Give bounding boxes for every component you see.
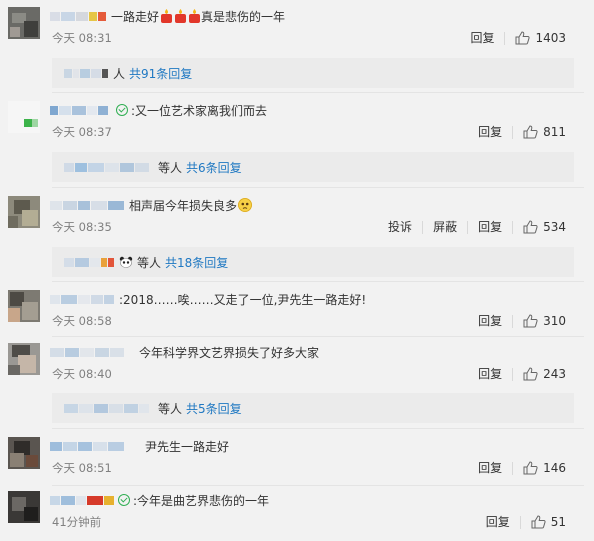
username-pixelated[interactable] [50,292,115,306]
comment-text: 今年科学界文艺界损失了好多大家 [139,345,320,360]
like-button[interactable]: 51 [521,515,566,529]
thumbs-up-icon [515,31,531,45]
username-pixelated[interactable] [50,493,115,507]
avatar[interactable] [8,343,40,375]
replier-avatars-pixelated [64,160,150,174]
comment-7: :今年是曲艺界悲伤的一年 41分钟前 回复 51 [0,491,584,535]
comment-text: 尹先生一路走好 [145,439,230,454]
thumbs-up-icon [523,314,538,328]
divider [52,336,584,337]
like-count: 534 [543,219,566,234]
view-replies-link[interactable]: 共18条回复 [165,254,228,271]
like-button[interactable]: 146 [513,461,566,475]
divider [52,92,584,93]
like-count: 310 [543,313,566,328]
thumbs-up-icon [523,367,538,381]
comment-6: 尹先生一路走好 今天 08:51 回复 146 [0,437,584,481]
replies-summary: 等人 共18条回复 [52,247,574,277]
like-button[interactable]: 1403 [505,31,566,45]
comment-text: :今年是曲艺界悲伤的一年 [133,493,270,508]
candle-emoji [160,8,173,24]
replies-summary: 人 共91条回复 [52,58,574,88]
replier-avatars-pixelated [64,401,150,415]
comment-time: 今天 08:51 [52,461,112,475]
like-button[interactable]: 310 [513,314,566,328]
like-count: 1403 [535,30,566,45]
username-pixelated[interactable] [50,103,109,117]
avatar[interactable] [8,437,40,469]
divider [52,187,584,188]
comment-time: 41分钟前 [52,515,102,529]
like-count: 51 [550,514,566,529]
avatar[interactable] [8,101,40,133]
like-button[interactable]: 243 [513,367,566,381]
reply-button[interactable]: 回复 [468,125,514,139]
view-replies-link[interactable]: 共6条回复 [186,159,242,176]
username-pixelated[interactable] [50,439,125,453]
reply-button[interactable]: 回复 [468,220,514,234]
report-button[interactable]: 投诉 [378,220,424,234]
comment-time: 今天 08:37 [52,125,112,139]
like-count: 243 [543,366,566,381]
divider [52,485,584,486]
reply-button[interactable]: 回复 [468,314,514,328]
view-replies-link[interactable]: 共91条回复 [129,65,192,82]
avatar[interactable] [8,196,40,228]
divider [52,428,584,429]
replier-avatars-pixelated [64,66,109,80]
like-count: 146 [543,460,566,475]
username-pixelated[interactable] [50,9,107,23]
comment-1: 一路走好 真是悲伤的一年 今天 08:31 回复 1403 人 共91条回复 [0,7,584,88]
comment-text: :又一位艺术家离我们而去 [131,103,268,118]
comment-text-tail: 真是悲伤的一年 [201,9,286,24]
replies-suffix: 等人 [158,401,183,416]
comment-time: 今天 08:58 [52,314,112,328]
block-button[interactable]: 屏蔽 [423,220,469,234]
candle-emoji [174,8,187,24]
divider [52,281,584,282]
comment-text: :2018……唉……又走了一位,尹先生一路走好! [119,292,367,307]
replies-suffix: 等人 [158,160,183,175]
replies-suffix: 等人 [137,255,162,270]
username-pixelated[interactable] [50,345,125,359]
replies-suffix: 人 [113,66,126,81]
thumbs-up-icon [531,515,546,529]
reply-button[interactable]: 回复 [476,515,521,529]
verified-badge-icon [116,104,128,116]
reply-button[interactable]: 回复 [468,461,514,475]
comment-4: :2018……唉……又走了一位,尹先生一路走好! 今天 08:58 回复 310 [0,290,584,334]
thumbs-up-icon [523,220,538,234]
comment-3: 相声届今年损失良多 今天 08:35 投诉 屏蔽 回复 534 等人 共18条回… [0,196,584,277]
thumbs-up-icon [523,125,538,139]
avatar[interactable] [8,290,40,322]
reply-button[interactable]: 回复 [468,367,514,381]
verified-badge-icon [118,494,130,506]
thumbs-up-icon [523,461,538,475]
like-button[interactable]: 811 [513,125,566,139]
comment-time: 今天 08:40 [52,367,112,381]
reply-button[interactable]: 回复 [460,31,506,45]
candle-emoji [188,8,201,24]
panda-emoji [119,256,133,268]
replies-summary: 等人 共6条回复 [52,152,574,182]
replies-summary: 等人 共5条回复 [52,393,574,423]
replier-avatars-pixelated [64,255,115,269]
username-pixelated[interactable] [50,198,125,212]
comment-text: 一路走好 [111,9,160,24]
view-replies-link[interactable]: 共5条回复 [186,400,242,417]
avatar[interactable] [8,491,40,523]
like-count: 811 [543,124,566,139]
comment-time: 今天 08:35 [52,220,112,234]
sad-face-emoji [238,198,253,212]
like-button[interactable]: 534 [513,220,566,234]
comment-2: :又一位艺术家离我们而去 今天 08:37 回复 811 等人 共6条回复 [0,101,584,182]
comment-5: 今年科学界文艺界损失了好多大家 今天 08:40 回复 243 等人 共5条回复 [0,343,584,423]
avatar[interactable] [8,7,40,39]
comment-time: 今天 08:31 [52,31,112,45]
comment-text: 相声届今年损失良多 [129,198,238,213]
